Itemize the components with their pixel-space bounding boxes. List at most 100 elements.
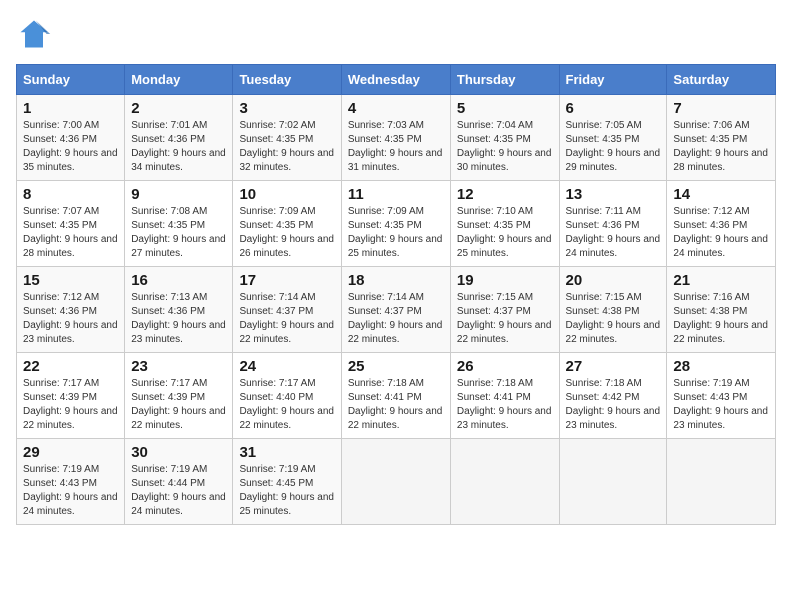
calendar-cell — [450, 439, 559, 525]
header-monday: Monday — [125, 65, 233, 95]
day-number: 8 — [23, 186, 118, 203]
day-number: 6 — [566, 100, 661, 117]
day-detail: Sunrise: 7:04 AM Sunset: 4:35 PM Dayligh… — [457, 119, 553, 175]
day-number: 16 — [131, 272, 226, 289]
day-detail: Sunrise: 7:15 AM Sunset: 4:38 PM Dayligh… — [566, 291, 661, 347]
day-detail: Sunrise: 7:01 AM Sunset: 4:36 PM Dayligh… — [131, 119, 226, 175]
calendar-cell: 6 Sunrise: 7:05 AM Sunset: 4:35 PM Dayli… — [559, 95, 667, 181]
day-number: 4 — [348, 100, 444, 117]
day-detail: Sunrise: 7:00 AM Sunset: 4:36 PM Dayligh… — [23, 119, 118, 175]
calendar-cell: 15 Sunrise: 7:12 AM Sunset: 4:36 PM Dayl… — [17, 267, 125, 353]
logo-icon — [16, 16, 52, 52]
day-detail: Sunrise: 7:19 AM Sunset: 4:43 PM Dayligh… — [673, 377, 769, 433]
day-detail: Sunrise: 7:12 AM Sunset: 4:36 PM Dayligh… — [673, 205, 769, 261]
calendar-cell: 18 Sunrise: 7:14 AM Sunset: 4:37 PM Dayl… — [341, 267, 450, 353]
day-detail: Sunrise: 7:19 AM Sunset: 4:44 PM Dayligh… — [131, 463, 226, 519]
day-number: 30 — [131, 444, 226, 461]
header-sunday: Sunday — [17, 65, 125, 95]
day-detail: Sunrise: 7:18 AM Sunset: 4:42 PM Dayligh… — [566, 377, 661, 433]
header-tuesday: Tuesday — [233, 65, 341, 95]
day-number: 22 — [23, 358, 118, 375]
day-number: 31 — [239, 444, 334, 461]
day-number: 12 — [457, 186, 553, 203]
day-detail: Sunrise: 7:07 AM Sunset: 4:35 PM Dayligh… — [23, 205, 118, 261]
day-detail: Sunrise: 7:17 AM Sunset: 4:39 PM Dayligh… — [131, 377, 226, 433]
day-detail: Sunrise: 7:03 AM Sunset: 4:35 PM Dayligh… — [348, 119, 444, 175]
day-detail: Sunrise: 7:08 AM Sunset: 4:35 PM Dayligh… — [131, 205, 226, 261]
day-detail: Sunrise: 7:05 AM Sunset: 4:35 PM Dayligh… — [566, 119, 661, 175]
day-number: 14 — [673, 186, 769, 203]
day-number: 9 — [131, 186, 226, 203]
day-number: 23 — [131, 358, 226, 375]
day-detail: Sunrise: 7:12 AM Sunset: 4:36 PM Dayligh… — [23, 291, 118, 347]
calendar-cell: 30 Sunrise: 7:19 AM Sunset: 4:44 PM Dayl… — [125, 439, 233, 525]
page-header — [16, 16, 776, 52]
week-row-2: 15 Sunrise: 7:12 AM Sunset: 4:36 PM Dayl… — [17, 267, 776, 353]
day-number: 20 — [566, 272, 661, 289]
day-number: 17 — [239, 272, 334, 289]
week-row-0: 1 Sunrise: 7:00 AM Sunset: 4:36 PM Dayli… — [17, 95, 776, 181]
calendar-cell: 26 Sunrise: 7:18 AM Sunset: 4:41 PM Dayl… — [450, 353, 559, 439]
calendar-cell: 21 Sunrise: 7:16 AM Sunset: 4:38 PM Dayl… — [667, 267, 776, 353]
calendar-cell: 9 Sunrise: 7:08 AM Sunset: 4:35 PM Dayli… — [125, 181, 233, 267]
calendar-cell: 4 Sunrise: 7:03 AM Sunset: 4:35 PM Dayli… — [341, 95, 450, 181]
calendar-table: SundayMondayTuesdayWednesdayThursdayFrid… — [16, 64, 776, 525]
day-number: 21 — [673, 272, 769, 289]
day-number: 5 — [457, 100, 553, 117]
calendar-cell: 11 Sunrise: 7:09 AM Sunset: 4:35 PM Dayl… — [341, 181, 450, 267]
calendar-cell: 31 Sunrise: 7:19 AM Sunset: 4:45 PM Dayl… — [233, 439, 341, 525]
week-row-4: 29 Sunrise: 7:19 AM Sunset: 4:43 PM Dayl… — [17, 439, 776, 525]
day-detail: Sunrise: 7:19 AM Sunset: 4:43 PM Dayligh… — [23, 463, 118, 519]
calendar-cell: 12 Sunrise: 7:10 AM Sunset: 4:35 PM Dayl… — [450, 181, 559, 267]
day-number: 26 — [457, 358, 553, 375]
day-detail: Sunrise: 7:09 AM Sunset: 4:35 PM Dayligh… — [239, 205, 334, 261]
calendar-cell: 19 Sunrise: 7:15 AM Sunset: 4:37 PM Dayl… — [450, 267, 559, 353]
day-detail: Sunrise: 7:11 AM Sunset: 4:36 PM Dayligh… — [566, 205, 661, 261]
day-number: 18 — [348, 272, 444, 289]
calendar-cell: 10 Sunrise: 7:09 AM Sunset: 4:35 PM Dayl… — [233, 181, 341, 267]
day-detail: Sunrise: 7:18 AM Sunset: 4:41 PM Dayligh… — [457, 377, 553, 433]
header-thursday: Thursday — [450, 65, 559, 95]
calendar-cell: 23 Sunrise: 7:17 AM Sunset: 4:39 PM Dayl… — [125, 353, 233, 439]
logo — [16, 16, 58, 52]
calendar-cell: 13 Sunrise: 7:11 AM Sunset: 4:36 PM Dayl… — [559, 181, 667, 267]
day-detail: Sunrise: 7:02 AM Sunset: 4:35 PM Dayligh… — [239, 119, 334, 175]
day-number: 28 — [673, 358, 769, 375]
day-detail: Sunrise: 7:09 AM Sunset: 4:35 PM Dayligh… — [348, 205, 444, 261]
day-number: 19 — [457, 272, 553, 289]
calendar-cell: 24 Sunrise: 7:17 AM Sunset: 4:40 PM Dayl… — [233, 353, 341, 439]
day-number: 7 — [673, 100, 769, 117]
day-number: 1 — [23, 100, 118, 117]
calendar-cell — [559, 439, 667, 525]
calendar-cell: 27 Sunrise: 7:18 AM Sunset: 4:42 PM Dayl… — [559, 353, 667, 439]
calendar-cell: 5 Sunrise: 7:04 AM Sunset: 4:35 PM Dayli… — [450, 95, 559, 181]
calendar-cell: 8 Sunrise: 7:07 AM Sunset: 4:35 PM Dayli… — [17, 181, 125, 267]
day-detail: Sunrise: 7:13 AM Sunset: 4:36 PM Dayligh… — [131, 291, 226, 347]
day-number: 29 — [23, 444, 118, 461]
calendar-cell: 29 Sunrise: 7:19 AM Sunset: 4:43 PM Dayl… — [17, 439, 125, 525]
day-number: 2 — [131, 100, 226, 117]
day-detail: Sunrise: 7:15 AM Sunset: 4:37 PM Dayligh… — [457, 291, 553, 347]
day-number: 25 — [348, 358, 444, 375]
day-detail: Sunrise: 7:10 AM Sunset: 4:35 PM Dayligh… — [457, 205, 553, 261]
day-detail: Sunrise: 7:14 AM Sunset: 4:37 PM Dayligh… — [348, 291, 444, 347]
header-saturday: Saturday — [667, 65, 776, 95]
day-detail: Sunrise: 7:19 AM Sunset: 4:45 PM Dayligh… — [239, 463, 334, 519]
calendar-cell — [341, 439, 450, 525]
day-detail: Sunrise: 7:14 AM Sunset: 4:37 PM Dayligh… — [239, 291, 334, 347]
header-wednesday: Wednesday — [341, 65, 450, 95]
calendar-cell — [667, 439, 776, 525]
header-friday: Friday — [559, 65, 667, 95]
day-detail: Sunrise: 7:17 AM Sunset: 4:40 PM Dayligh… — [239, 377, 334, 433]
week-row-3: 22 Sunrise: 7:17 AM Sunset: 4:39 PM Dayl… — [17, 353, 776, 439]
calendar-cell: 16 Sunrise: 7:13 AM Sunset: 4:36 PM Dayl… — [125, 267, 233, 353]
calendar-cell: 1 Sunrise: 7:00 AM Sunset: 4:36 PM Dayli… — [17, 95, 125, 181]
calendar-cell: 20 Sunrise: 7:15 AM Sunset: 4:38 PM Dayl… — [559, 267, 667, 353]
day-number: 24 — [239, 358, 334, 375]
header-row: SundayMondayTuesdayWednesdayThursdayFrid… — [17, 65, 776, 95]
day-number: 27 — [566, 358, 661, 375]
week-row-1: 8 Sunrise: 7:07 AM Sunset: 4:35 PM Dayli… — [17, 181, 776, 267]
calendar-cell: 7 Sunrise: 7:06 AM Sunset: 4:35 PM Dayli… — [667, 95, 776, 181]
day-detail: Sunrise: 7:18 AM Sunset: 4:41 PM Dayligh… — [348, 377, 444, 433]
calendar-cell: 25 Sunrise: 7:18 AM Sunset: 4:41 PM Dayl… — [341, 353, 450, 439]
